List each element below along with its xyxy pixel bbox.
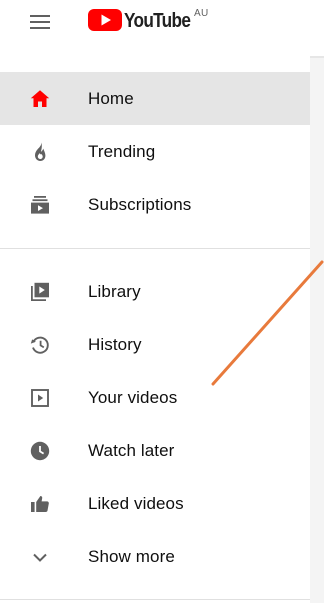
library-icon — [28, 280, 52, 304]
sidebar-header: YouTube AU — [0, 0, 310, 44]
sidebar-item-label: Trending — [88, 141, 156, 161]
sidebar-item-history[interactable]: History — [0, 318, 310, 371]
sidebar-item-label: Home — [88, 88, 134, 108]
sidebar-item-label: Subscriptions — [88, 194, 192, 214]
flame-icon — [28, 140, 52, 164]
history-icon — [28, 333, 52, 357]
sidebar-item-subscriptions[interactable]: Subscriptions — [0, 178, 310, 231]
sidebar-item-label: Watch later — [88, 440, 175, 460]
sidebar-item-label: Library — [88, 281, 141, 301]
sidebar-item-label: Your videos — [88, 387, 178, 407]
sidebar-item-watch-later[interactable]: Watch later — [0, 424, 310, 477]
sidebar-item-label: History — [88, 334, 142, 354]
youtube-sidebar-page: YouTube AU Home Trending Subscriptions L… — [0, 0, 324, 603]
logo-wordmark: YouTube — [124, 10, 191, 32]
play-square-icon — [28, 386, 52, 410]
sidebar-item-trending[interactable]: Trending — [0, 125, 310, 178]
sidebar-item-label: Show more — [88, 546, 175, 566]
sidebar-item-home[interactable]: Home — [0, 72, 310, 125]
chevron-down-icon — [28, 545, 52, 569]
thumbs-up-icon — [28, 492, 52, 516]
sidebar-item-show-more[interactable]: Show more — [0, 530, 310, 583]
sidebar-item-label: Liked videos — [88, 493, 184, 513]
sidebar-item-your-videos[interactable]: Your videos — [0, 371, 310, 424]
section-divider — [0, 248, 310, 249]
logo-region-code: AU — [194, 8, 209, 19]
home-icon — [28, 87, 52, 111]
hamburger-menu-icon[interactable] — [28, 10, 52, 34]
youtube-play-logo-icon — [88, 9, 122, 31]
subscriptions-icon — [28, 193, 52, 217]
youtube-logo[interactable]: YouTube — [88, 8, 201, 36]
sidebar-item-liked-videos[interactable]: Liked videos — [0, 477, 310, 530]
bottom-divider — [0, 599, 310, 600]
content-area-edge — [310, 58, 324, 603]
sidebar-item-library[interactable]: Library — [0, 265, 310, 318]
sidebar-nav: Home Trending Subscriptions Library Hist… — [0, 72, 310, 583]
clock-icon — [28, 439, 52, 463]
